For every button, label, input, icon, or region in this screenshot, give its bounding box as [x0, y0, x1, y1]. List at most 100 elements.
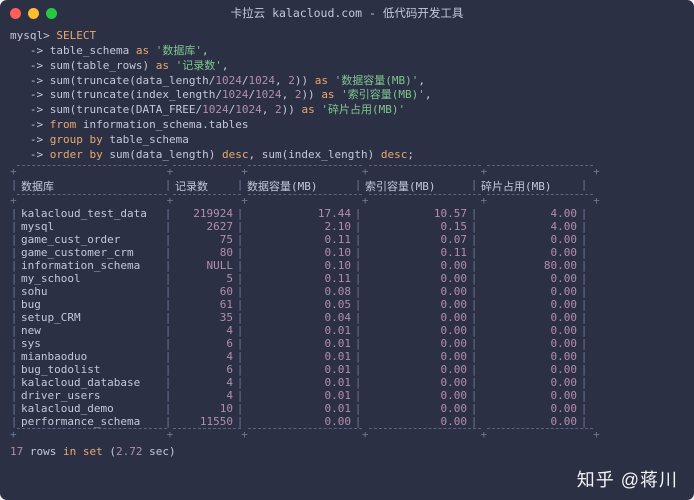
cell-db: mysql [18, 220, 164, 233]
table-row: |bug_todolist|6|0.01|0.00|0.00| [10, 363, 684, 376]
cell-rows: 60 [172, 285, 236, 298]
cell-data-mb: 0.01 [244, 324, 354, 337]
query-line: -> sum(table_rows) as '记录数', [10, 59, 684, 74]
cell-rows: 61 [172, 298, 236, 311]
cell-rows: 10 [172, 402, 236, 415]
cell-data-mb: 0.01 [244, 350, 354, 363]
cell-index-mb: 0.00 [362, 363, 470, 376]
cell-data-mb: 2.10 [244, 220, 354, 233]
cell-frag-mb: 80.00 [478, 259, 580, 272]
cell-db: bug_todolist [18, 363, 164, 376]
cell-db: performance_schema [18, 415, 164, 428]
cell-frag-mb: 0.00 [478, 350, 580, 363]
cell-db: setup_CRM [18, 311, 164, 324]
table-border: ++++++ [10, 165, 684, 178]
cell-data-mb: 0.11 [244, 272, 354, 285]
cell-rows: 4 [172, 376, 236, 389]
cell-db: new [18, 324, 164, 337]
cell-frag-mb: 0.00 [478, 311, 580, 324]
cell-db: bug [18, 298, 164, 311]
cell-frag-mb: 4.00 [478, 220, 580, 233]
table-row: |driver_users|4|0.01|0.00|0.00| [10, 389, 684, 402]
result-footer: 17 rows in set (2.72 sec) [0, 441, 694, 462]
table-row: |sys|6|0.01|0.00|0.00| [10, 337, 684, 350]
maximize-icon[interactable] [46, 8, 57, 19]
cell-index-mb: 0.11 [362, 246, 470, 259]
table-row: |information_schema|NULL|0.10|0.00|80.00… [10, 259, 684, 272]
table-row: |sohu|60|0.08|0.00|0.00| [10, 285, 684, 298]
cell-data-mb: 0.08 [244, 285, 354, 298]
cell-rows: 4 [172, 350, 236, 363]
cell-rows: 219924 [172, 207, 236, 220]
cell-db: game_customer_crm [18, 246, 164, 259]
cell-data-mb: 0.01 [244, 389, 354, 402]
cell-db: sohu [18, 285, 164, 298]
cell-data-mb: 0.01 [244, 402, 354, 415]
cell-frag-mb: 0.00 [478, 415, 580, 428]
window-title: 卡拉云 kalacloud.com - 低代码开发工具 [231, 5, 464, 21]
query-line: mysql> SELECT [10, 29, 684, 44]
table-row: |performance_schema|11550|0.00|0.00|0.00… [10, 415, 684, 428]
cell-rows: 2627 [172, 220, 236, 233]
query-line: -> sum(truncate(data_length/1024/1024, 2… [10, 74, 684, 89]
table-row: |kalacloud_demo|10|0.01|0.00|0.00| [10, 402, 684, 415]
cell-data-mb: 0.10 [244, 259, 354, 272]
cell-index-mb: 0.00 [362, 376, 470, 389]
cell-db: driver_users [18, 389, 164, 402]
cell-db: kalacloud_database [18, 376, 164, 389]
cell-data-mb: 0.00 [244, 415, 354, 428]
cell-data-mb: 17.44 [244, 207, 354, 220]
cell-frag-mb: 4.00 [478, 207, 580, 220]
table-row: |kalacloud_test_data|219924|17.44|10.57|… [10, 207, 684, 220]
table-border: ++++++ [10, 194, 684, 207]
cell-rows: 75 [172, 233, 236, 246]
cell-index-mb: 0.00 [362, 402, 470, 415]
cell-index-mb: 0.00 [362, 324, 470, 337]
table-header: |数据库|记录数|数据容量(MB)|索引容量(MB)|碎片占用(MB)| [10, 178, 684, 194]
cell-rows: 4 [172, 324, 236, 337]
cell-frag-mb: 0.00 [478, 337, 580, 350]
cell-index-mb: 0.00 [362, 350, 470, 363]
query-line: -> from information_schema.tables [10, 118, 684, 133]
table-row: |new|4|0.01|0.00|0.00| [10, 324, 684, 337]
table-row: |mianbaoduo|4|0.01|0.00|0.00| [10, 350, 684, 363]
cell-rows: 5 [172, 272, 236, 285]
cell-data-mb: 0.10 [244, 246, 354, 259]
cell-frag-mb: 0.00 [478, 363, 580, 376]
cell-db: information_schema [18, 259, 164, 272]
query-line: -> sum(truncate(DATA_FREE/1024/1024, 2))… [10, 103, 684, 118]
minimize-icon[interactable] [28, 8, 39, 19]
cell-frag-mb: 0.00 [478, 376, 580, 389]
cell-index-mb: 0.00 [362, 415, 470, 428]
cell-rows: 6 [172, 363, 236, 376]
cell-data-mb: 0.05 [244, 298, 354, 311]
cell-frag-mb: 0.00 [478, 272, 580, 285]
cell-rows: 80 [172, 246, 236, 259]
cell-db: kalacloud_test_data [18, 207, 164, 220]
cell-index-mb: 0.00 [362, 272, 470, 285]
cell-db: mianbaoduo [18, 350, 164, 363]
table-row: |game_cust_order|75|0.11|0.07|0.00| [10, 233, 684, 246]
result-table: ++++++ |数据库|记录数|数据容量(MB)|索引容量(MB)|碎片占用(M… [0, 163, 694, 441]
cell-data-mb: 0.11 [244, 233, 354, 246]
cell-db: kalacloud_demo [18, 402, 164, 415]
cell-rows: NULL [172, 259, 236, 272]
query-line: -> order by sum(data_length) desc, sum(i… [10, 148, 684, 163]
close-icon[interactable] [10, 8, 21, 19]
cell-frag-mb: 0.00 [478, 233, 580, 246]
terminal-window: 卡拉云 kalacloud.com - 低代码开发工具 mysql> SELEC… [0, 0, 694, 500]
table-row: |bug|61|0.05|0.00|0.00| [10, 298, 684, 311]
terminal-body[interactable]: mysql> SELECT -> table_schema as '数据库', … [0, 26, 694, 163]
cell-index-mb: 0.00 [362, 337, 470, 350]
table-border: ++++++ [10, 428, 684, 441]
query-line: -> table_schema as '数据库', [10, 44, 684, 59]
watermark: 知乎 @蒋川 [577, 466, 678, 492]
cell-index-mb: 0.00 [362, 298, 470, 311]
cell-data-mb: 0.01 [244, 337, 354, 350]
cell-data-mb: 0.01 [244, 376, 354, 389]
cell-rows: 6 [172, 337, 236, 350]
cell-frag-mb: 0.00 [478, 324, 580, 337]
cell-index-mb: 0.00 [362, 389, 470, 402]
cell-index-mb: 10.57 [362, 207, 470, 220]
cell-index-mb: 0.07 [362, 233, 470, 246]
